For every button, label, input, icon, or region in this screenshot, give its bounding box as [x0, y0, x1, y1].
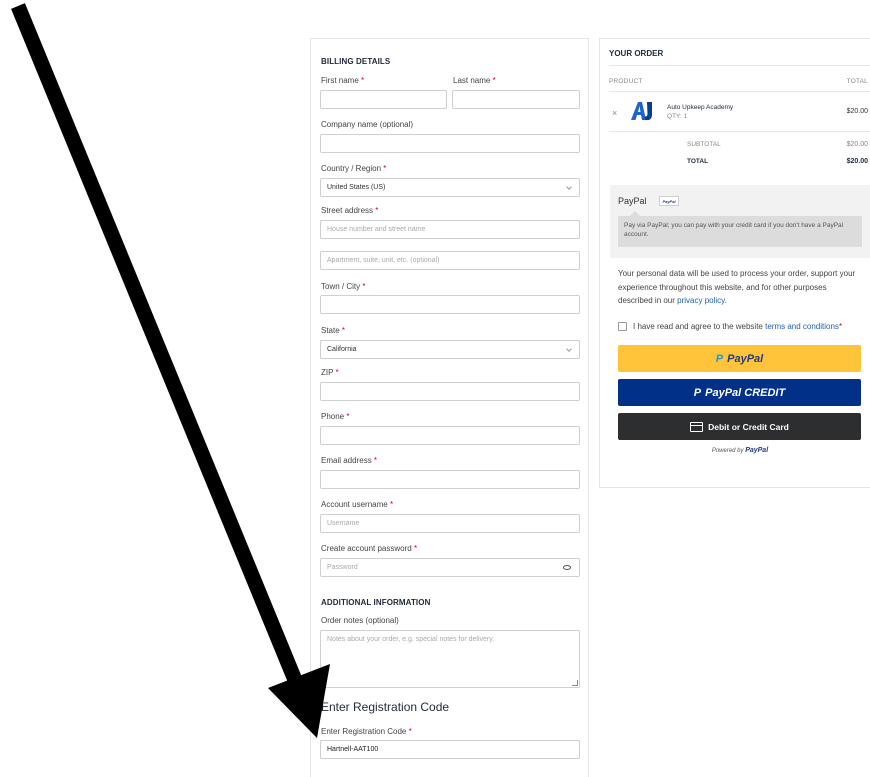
show-password-icon[interactable] — [563, 565, 571, 570]
your-order-panel: YOUR ORDER PRODUCT TOTAL × Auto Upkeep A… — [599, 38, 870, 488]
order-notes-placeholder: Notes about your order, e.g. special not… — [327, 636, 495, 643]
email-input[interactable] — [320, 470, 580, 489]
paypal-credit-button[interactable]: P PayPal CREDIT — [618, 379, 861, 406]
street-label: Street address * — [321, 206, 379, 215]
order-divider — [609, 131, 870, 132]
powered-by-paypal: Powered by PayPal — [711, 447, 769, 454]
col-total-header: TOTAL — [846, 78, 868, 85]
country-label: Country / Region * — [321, 164, 387, 173]
col-product-header: PRODUCT — [609, 78, 643, 85]
city-label: Town / City * — [321, 282, 366, 291]
paypal-logo-icon: P — [693, 386, 702, 399]
paypal-badge-icon: PayPal — [659, 196, 679, 206]
first-name-label: First name * — [321, 76, 365, 85]
billing-details-title: BILLING DETAILS — [321, 57, 391, 66]
street-input[interactable]: House number and street name — [320, 220, 580, 239]
terms-link[interactable]: terms and conditions — [765, 322, 839, 331]
paypal-credit-label: PayPal CREDIT — [705, 386, 786, 399]
password-input[interactable]: Password — [320, 558, 580, 577]
username-input[interactable]: Username — [320, 514, 580, 533]
first-name-input[interactable] — [320, 90, 447, 109]
state-label: State * — [321, 326, 346, 335]
product-price: $20.00 — [846, 108, 868, 115]
company-label: Company name (optional) — [321, 120, 414, 129]
product-qty: QTY: 1 — [667, 113, 688, 120]
payment-description: Pay via PayPal; you can pay with your cr… — [618, 211, 862, 247]
phone-input[interactable] — [320, 426, 580, 445]
billing-details-panel: BILLING DETAILS First name * Last name *… — [310, 38, 589, 777]
your-order-title: YOUR ORDER — [609, 49, 664, 58]
card-button-label: Debit or Credit Card — [708, 421, 789, 432]
registration-code-input[interactable]: Hartnell-AAT100 — [320, 740, 580, 759]
phone-label: Phone * — [321, 412, 350, 421]
apartment-input[interactable]: Apartment, suite, unit, etc. (optional) — [320, 251, 580, 270]
terms-row: I have read and agree to the website ter… — [618, 322, 842, 331]
product-name: Auto Upkeep Academy — [667, 104, 734, 111]
total-value: $20.00 — [846, 158, 868, 165]
password-label: Create account password * — [321, 544, 418, 553]
email-label: Email address * — [321, 456, 378, 465]
zip-input[interactable] — [320, 382, 580, 401]
remove-item-icon[interactable]: × — [612, 108, 617, 118]
paypal-logo-icon: P — [715, 352, 724, 365]
resize-handle-icon[interactable] — [572, 680, 578, 686]
username-label: Account username * — [321, 500, 394, 509]
state-select[interactable]: California — [320, 340, 580, 359]
payment-method-label[interactable]: PayPal — [618, 196, 647, 206]
payment-method-box: PayPal PayPal Pay via PayPal; you can pa… — [610, 185, 870, 258]
zip-label: ZIP * — [321, 368, 339, 377]
credit-card-icon — [690, 421, 704, 432]
additional-info-title: ADDITIONAL INFORMATION — [321, 598, 431, 607]
registration-heading: Enter Registration Code — [321, 700, 450, 714]
registration-label: Enter Registration Code * — [321, 727, 412, 736]
order-divider — [609, 65, 870, 66]
subtotal-label: SUBTOTAL — [687, 141, 721, 148]
order-notes-label: Order notes (optional) — [321, 616, 399, 625]
privacy-policy-link[interactable]: privacy policy — [677, 296, 724, 305]
debit-credit-card-button[interactable]: Debit or Credit Card — [618, 413, 861, 440]
order-notes-textarea[interactable]: Notes about your order, e.g. special not… — [320, 630, 580, 688]
privacy-notice: Your personal data will be used to proce… — [618, 269, 856, 305]
total-label: TOTAL — [687, 158, 709, 165]
subtotal-value: $20.00 — [846, 141, 868, 148]
last-name-label: Last name * — [453, 76, 496, 85]
company-input[interactable] — [320, 134, 580, 153]
last-name-input[interactable] — [452, 90, 580, 109]
terms-checkbox[interactable] — [618, 322, 627, 331]
paypal-button-label: PayPal — [727, 352, 764, 365]
paypal-button[interactable]: P PayPal — [618, 345, 861, 372]
terms-text: I have read and agree to the website — [633, 322, 763, 331]
password-placeholder: Password — [327, 564, 358, 571]
city-input[interactable] — [320, 295, 580, 314]
order-divider — [609, 91, 870, 92]
auto-upkeep-logo-icon — [631, 102, 652, 121]
country-select[interactable]: United States (US) — [320, 178, 580, 197]
